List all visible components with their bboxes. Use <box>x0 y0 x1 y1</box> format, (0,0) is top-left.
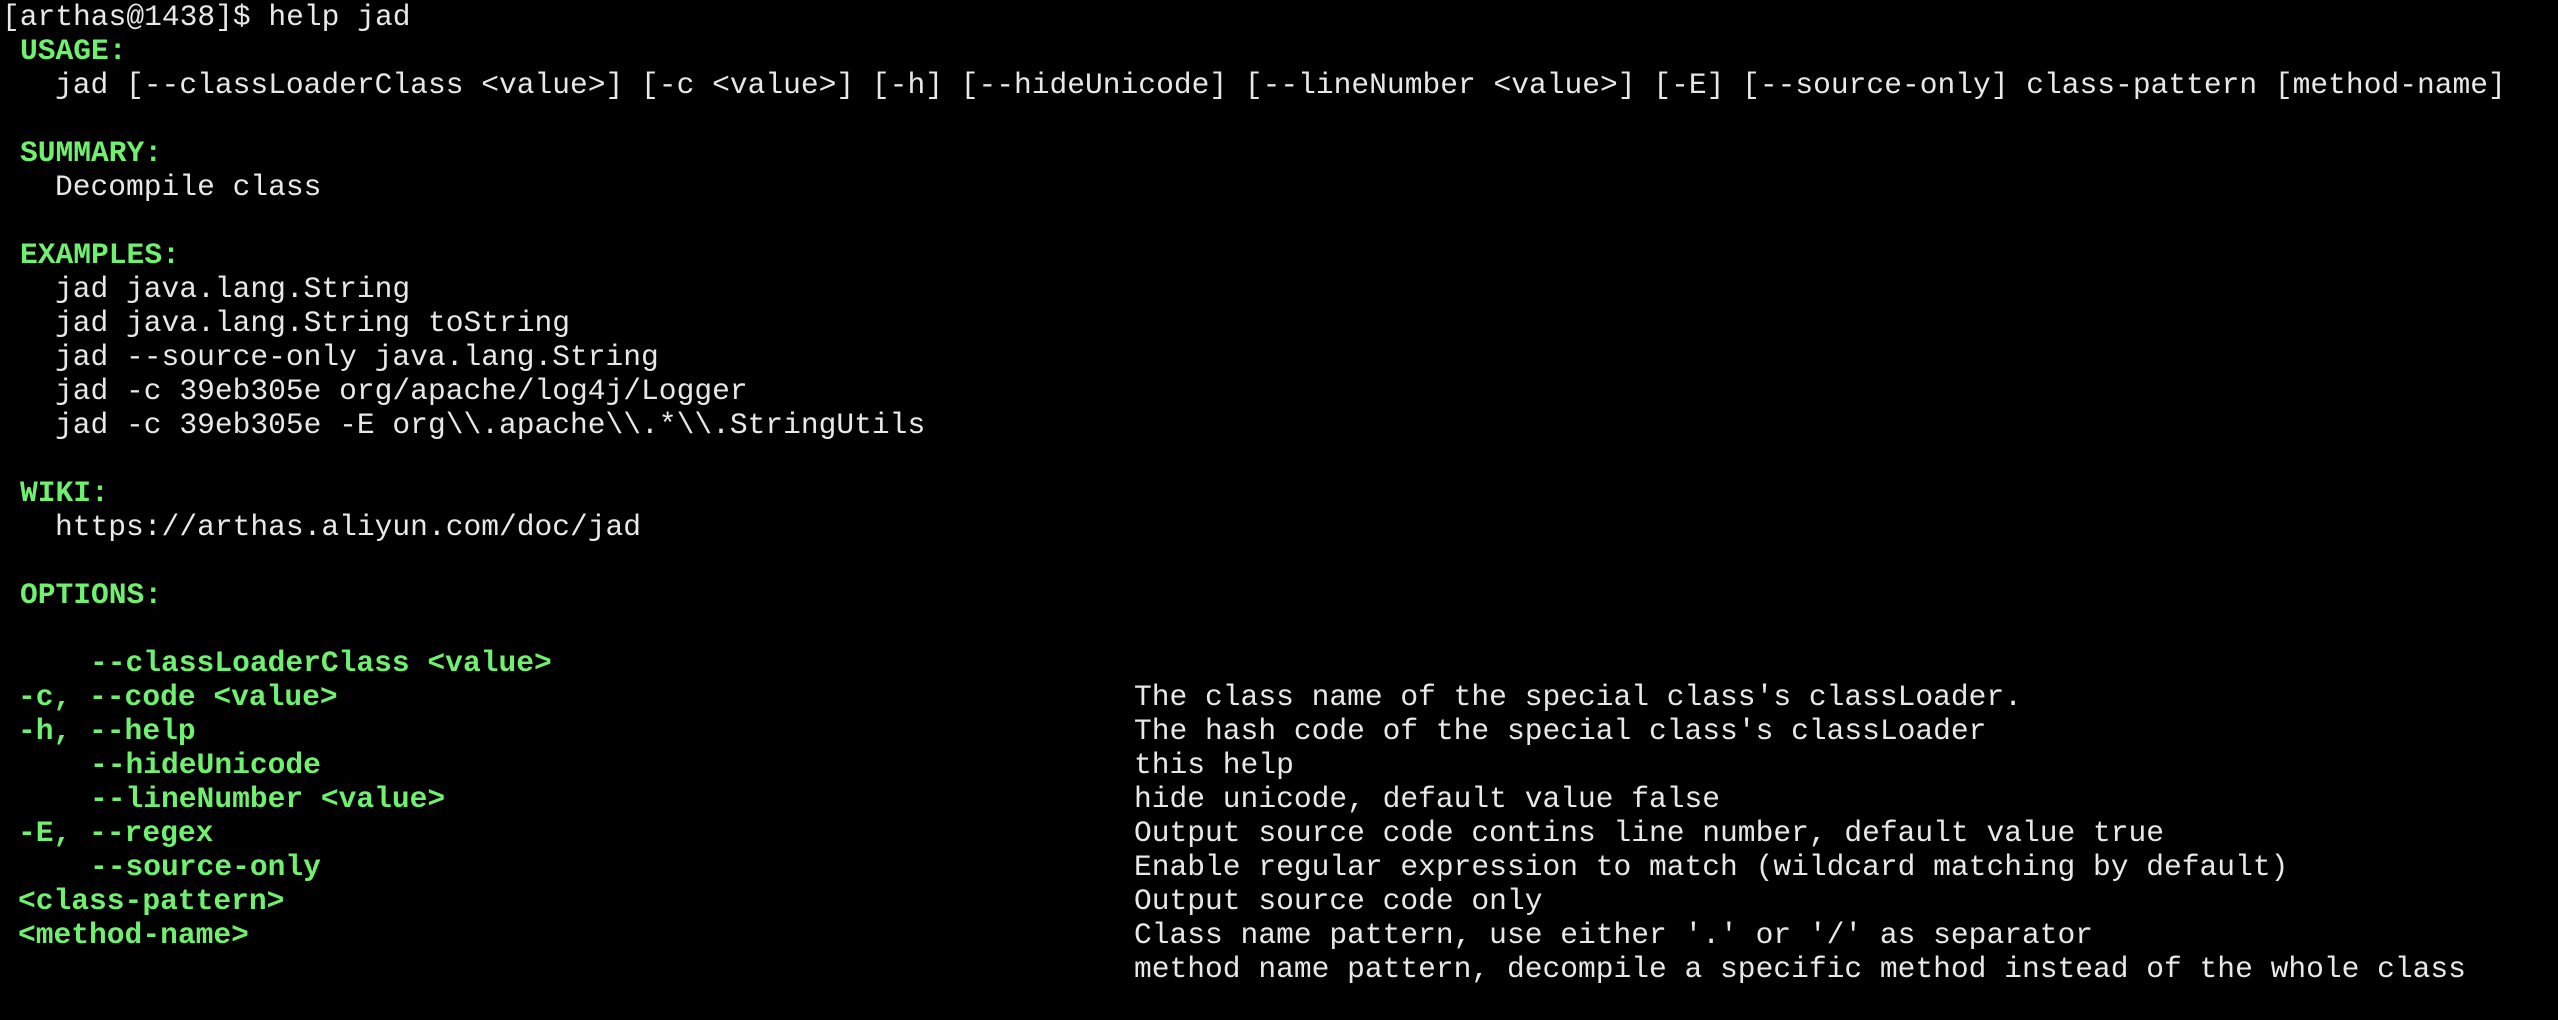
option-row: --hideUnicode hide unicode, default valu… <box>2 714 2558 816</box>
options-header: OPTIONS: <box>20 578 163 612</box>
option-row: <method-name> method name pattern, decom… <box>2 884 2558 986</box>
example-line: jad java.lang.String toString <box>55 306 571 340</box>
examples-header: EXAMPLES: <box>20 238 180 272</box>
option-desc: method name pattern, decompile a specifi… <box>1134 952 2466 986</box>
option-name: <method-name> <box>18 918 249 952</box>
usage-text: jad [--classLoaderClass <value>] [-c <va… <box>55 68 2506 102</box>
usage-header: USAGE: <box>20 34 127 68</box>
summary-text: Decompile class <box>55 170 322 204</box>
example-line: jad -c 39eb305e -E org\\.apache\\.*\\.St… <box>55 408 926 442</box>
wiki-link[interactable]: https://arthas.aliyun.com/doc/jad <box>2 510 2558 544</box>
option-row: --classLoaderClass <value> The class nam… <box>2 612 2558 714</box>
option-row: --lineNumber <value> Output source code … <box>2 748 2558 850</box>
example-line: jad -c 39eb305e org/apache/log4j/Logger <box>55 374 748 408</box>
option-desc: Class name pattern, use either '.' or '/… <box>1134 918 2093 952</box>
wiki-header: WIKI: <box>20 476 109 510</box>
option-row: -h, --help this help <box>2 680 2558 782</box>
option-row: -c, --code <value> The hash code of the … <box>2 646 2558 748</box>
prompt-line: [arthas@1438]$ help jad <box>2 0 411 34</box>
option-row: <class-pattern> Class name pattern, use … <box>2 850 2558 952</box>
option-row: -E, --regex Enable regular expression to… <box>2 782 2558 884</box>
example-line: jad --source-only java.lang.String <box>55 340 659 374</box>
summary-header: SUMMARY: <box>20 136 163 170</box>
option-row: --source-only Output source code only <box>2 816 2558 918</box>
terminal-window[interactable]: [arthas@1438]$ help jad USAGE: jad [--cl… <box>0 0 2558 986</box>
example-line: jad java.lang.String <box>55 272 411 306</box>
